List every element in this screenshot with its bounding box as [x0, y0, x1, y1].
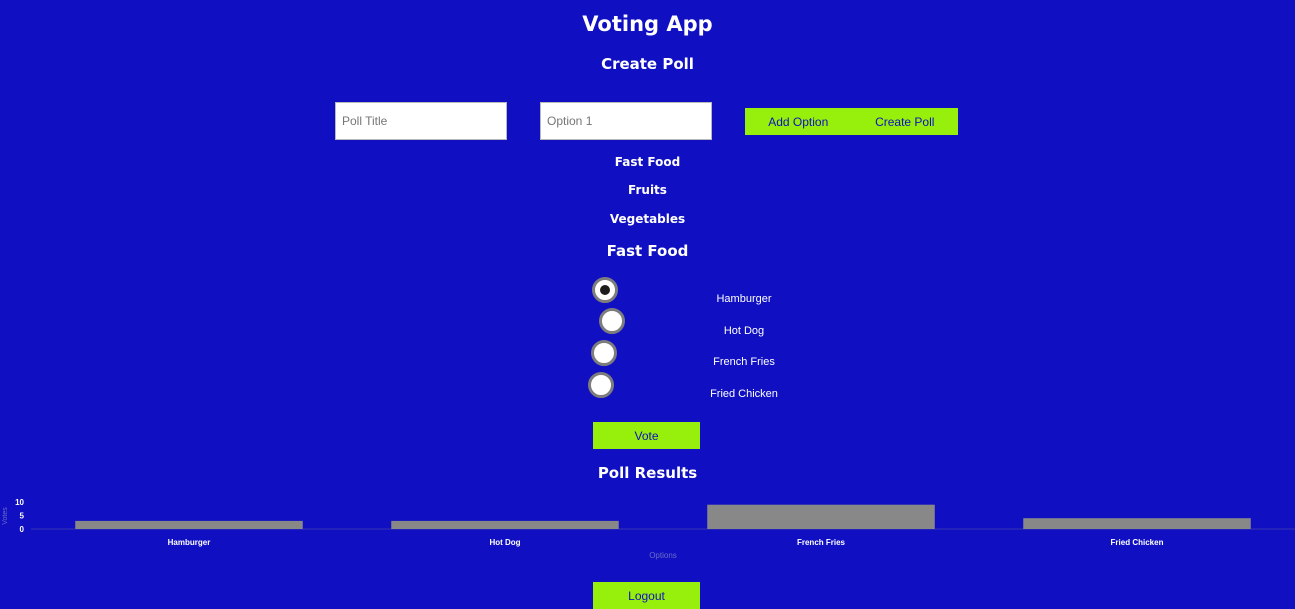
- chart-bar: [391, 520, 619, 529]
- poll-results-heading: Poll Results: [597, 464, 698, 482]
- app-title: Voting App: [582, 12, 713, 36]
- chart-x-tick-label: Hot Dog: [489, 538, 520, 547]
- poll-list-item-fruits[interactable]: Fruits: [0, 183, 1295, 197]
- chart-bar: [1023, 518, 1251, 529]
- poll-list-item-fast-food[interactable]: Fast Food: [0, 155, 1295, 169]
- poll-title-input[interactable]: [335, 102, 507, 140]
- option-radio-french-fries[interactable]: [591, 340, 617, 366]
- chart-bar: [75, 520, 303, 529]
- chart-x-tick-label: Hamburger: [168, 538, 211, 547]
- vote-button[interactable]: Vote: [593, 422, 700, 449]
- chart-y-tick-label: 10: [15, 498, 24, 507]
- option-label-hamburger: Hamburger: [716, 293, 772, 305]
- poll-results-chart: 0 5 10 Votes Hamburger Hot Dog French Fries Fri…: [2, 498, 1295, 560]
- logout-button[interactable]: Logout: [593, 582, 700, 609]
- create-poll-heading: Create Poll: [601, 55, 694, 73]
- option-radio-hamburger[interactable]: [592, 277, 618, 303]
- chart-y-tick-label: 5: [20, 512, 25, 521]
- add-option-button[interactable]: Add Option: [745, 108, 852, 135]
- create-poll-actions: Add Option Create Poll: [745, 108, 958, 135]
- chart-x-tick-label: Fried Chicken: [1111, 538, 1164, 547]
- poll-list-item-vegetables[interactable]: Vegetables: [0, 212, 1295, 226]
- option-label-fried-chicken: Fried Chicken: [710, 388, 778, 400]
- chart-x-axis-label: Options: [649, 551, 677, 560]
- option-radio-fried-chicken[interactable]: [588, 372, 614, 398]
- current-poll-title: Fast Food: [606, 242, 689, 260]
- option-input[interactable]: [540, 102, 712, 140]
- option-radio-hot-dog[interactable]: [599, 308, 625, 334]
- option-label-hot-dog: Hot Dog: [723, 325, 765, 337]
- chart-y-tick-label: 0: [20, 525, 25, 534]
- option-label-french-fries: French Fries: [713, 356, 775, 368]
- chart-x-tick-label: French Fries: [797, 538, 846, 547]
- chart-bar: [707, 504, 935, 529]
- create-poll-button[interactable]: Create Poll: [851, 108, 958, 135]
- chart-y-axis-label: Votes: [2, 507, 9, 525]
